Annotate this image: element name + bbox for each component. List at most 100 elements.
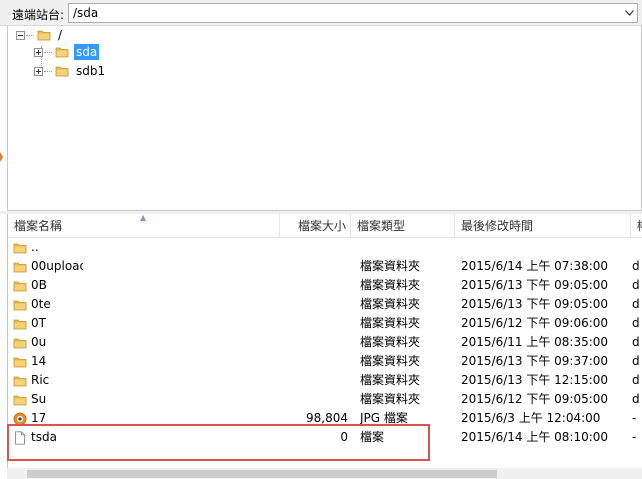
tree-label-root[interactable]: / [56,27,64,43]
left-edge-marker [0,150,3,164]
folder-icon [13,241,27,255]
file-permissions: d [632,297,640,311]
file-type: 檔案資料夾 [360,392,421,406]
folder-icon [13,393,27,407]
file-row[interactable]: 0T 檔案資料夾 2015/6/12 下午 09:06:00 d [8,314,642,333]
file-size [278,276,348,295]
tree-label-sdb1[interactable]: sdb1 [74,63,107,79]
file-name[interactable]: 00upload [31,257,83,276]
file-list-header: ▲ 檔案名稱 檔案大小 檔案類型 最後修改時間 權 [8,214,642,238]
collapse-icon[interactable] [16,30,25,40]
file-name-cell[interactable]: .. [13,238,83,257]
folder-icon [13,279,27,293]
file-permissions: d [632,335,640,349]
folder-icon [55,64,69,78]
file-name-cell[interactable]: 00upload [13,257,83,276]
file-row[interactable]: Ric 檔案資料夾 2015/6/13 下午 12:15:00 d [8,371,642,390]
folder-icon [37,28,51,42]
file-size [278,295,348,314]
file-type: 檔案資料夾 [360,316,421,330]
file-type: 檔案資料夾 [360,297,421,311]
file-modified: 2015/6/14 上午 07:38:00 [461,259,609,273]
file-row[interactable]: .. [8,238,642,257]
file-type: 檔案資料夾 [360,373,421,387]
column-header-permissions[interactable]: 權 [631,214,642,238]
folder-icon [13,355,27,369]
folder-icon [13,336,27,350]
file-permissions: d [632,354,640,368]
file-modified: 2015/6/13 下午 12:15:00 [461,373,609,387]
column-header-name[interactable]: 檔案名稱 [8,214,280,238]
remote-site-bar: 遠端站台: /sda [0,0,642,26]
file-size [278,257,348,276]
file-row[interactable]: 0B 檔案資料夾 2015/6/13 下午 09:05:00 d [8,276,642,295]
remote-site-path-value[interactable]: /sda [73,6,98,20]
folder-icon [55,45,69,59]
file-modified: 2015/6/13 下午 09:05:00 [461,278,609,292]
file-size [278,333,348,352]
file-row[interactable]: Su 檔案資料夾 2015/6/12 下午 09:05:00 d [8,390,642,409]
file-type [360,238,455,257]
horizontal-scrollbar[interactable] [7,468,642,479]
highlight-annotation-box [7,424,430,461]
file-permissions: d [632,392,640,406]
file-name-cell[interactable]: 0T [13,314,83,333]
file-permissions: d [632,278,640,292]
file-modified: 2015/6/14 上午 08:10:00 [461,430,609,444]
file-permissions: - [632,430,637,444]
file-name-cell[interactable]: Su [13,390,83,409]
file-permissions: - [632,411,637,425]
tree-node-sda[interactable]: sda [34,43,100,61]
tree-label-sda[interactable]: sda [74,44,100,60]
file-type: 檔案資料夾 [360,278,421,292]
file-name[interactable]: 0T [31,314,46,333]
file-modified: 2015/6/12 下午 09:05:00 [461,392,609,406]
file-type: 檔案資料夾 [360,335,421,349]
expand-icon[interactable] [34,47,43,57]
file-row[interactable]: 0te 檔案資料夾 2015/6/13 下午 09:05:00 d [8,295,642,314]
scrollbar-thumb[interactable] [27,470,497,478]
file-name[interactable]: 0te [31,295,51,314]
column-header-modified[interactable]: 最後修改時間 [455,214,631,238]
file-name-cell[interactable]: 0u [13,333,83,352]
file-modified [461,238,631,257]
file-name[interactable]: Su [31,390,46,409]
file-row[interactable]: 00upload 檔案資料夾 2015/6/14 上午 07:38:00 d [8,257,642,276]
tree-node-root[interactable]: / [16,26,64,44]
remote-site-label: 遠端站台: [12,8,65,22]
file-size [278,314,348,333]
file-size [278,371,348,390]
remote-site-path-combo[interactable]: /sda [68,3,638,23]
file-permissions: d [632,373,640,387]
column-header-size[interactable]: 檔案大小 [280,214,351,238]
column-header-type[interactable]: 檔案類型 [351,214,455,238]
file-permissions: d [632,316,640,330]
file-name[interactable]: 0B [31,276,47,295]
folder-icon [13,298,27,312]
chevron-down-icon[interactable] [621,4,637,22]
file-name-cell[interactable]: 14 [13,352,83,371]
file-size [278,390,348,409]
folder-icon [13,260,27,274]
file-name[interactable]: Ric [31,371,49,390]
folder-icon [13,317,27,331]
file-size [278,238,348,257]
file-size [278,352,348,371]
file-row[interactable]: 0u 檔案資料夾 2015/6/11 上午 08:35:00 d [8,333,642,352]
file-name-cell[interactable]: Ric [13,371,83,390]
file-name[interactable]: 14 [31,352,46,371]
file-row[interactable]: 14 檔案資料夾 2015/6/13 下午 09:37:00 d [8,352,642,371]
file-modified: 2015/6/12 下午 09:06:00 [461,316,609,330]
file-name-cell[interactable]: 0B [13,276,83,295]
file-modified: 2015/6/11 上午 08:35:00 [461,335,609,349]
file-name[interactable]: 0u [31,333,46,352]
file-modified: 2015/6/13 下午 09:05:00 [461,297,609,311]
file-modified: 2015/6/3 上午 12:04:00 [461,411,601,425]
file-name-cell[interactable]: 0te [13,295,83,314]
expand-icon[interactable] [34,66,43,76]
file-name[interactable]: .. [31,238,39,257]
file-permissions [632,238,642,257]
tree-node-sdb1[interactable]: sdb1 [34,62,107,80]
file-modified: 2015/6/13 下午 09:37:00 [461,354,609,368]
file-permissions: d [632,259,640,273]
